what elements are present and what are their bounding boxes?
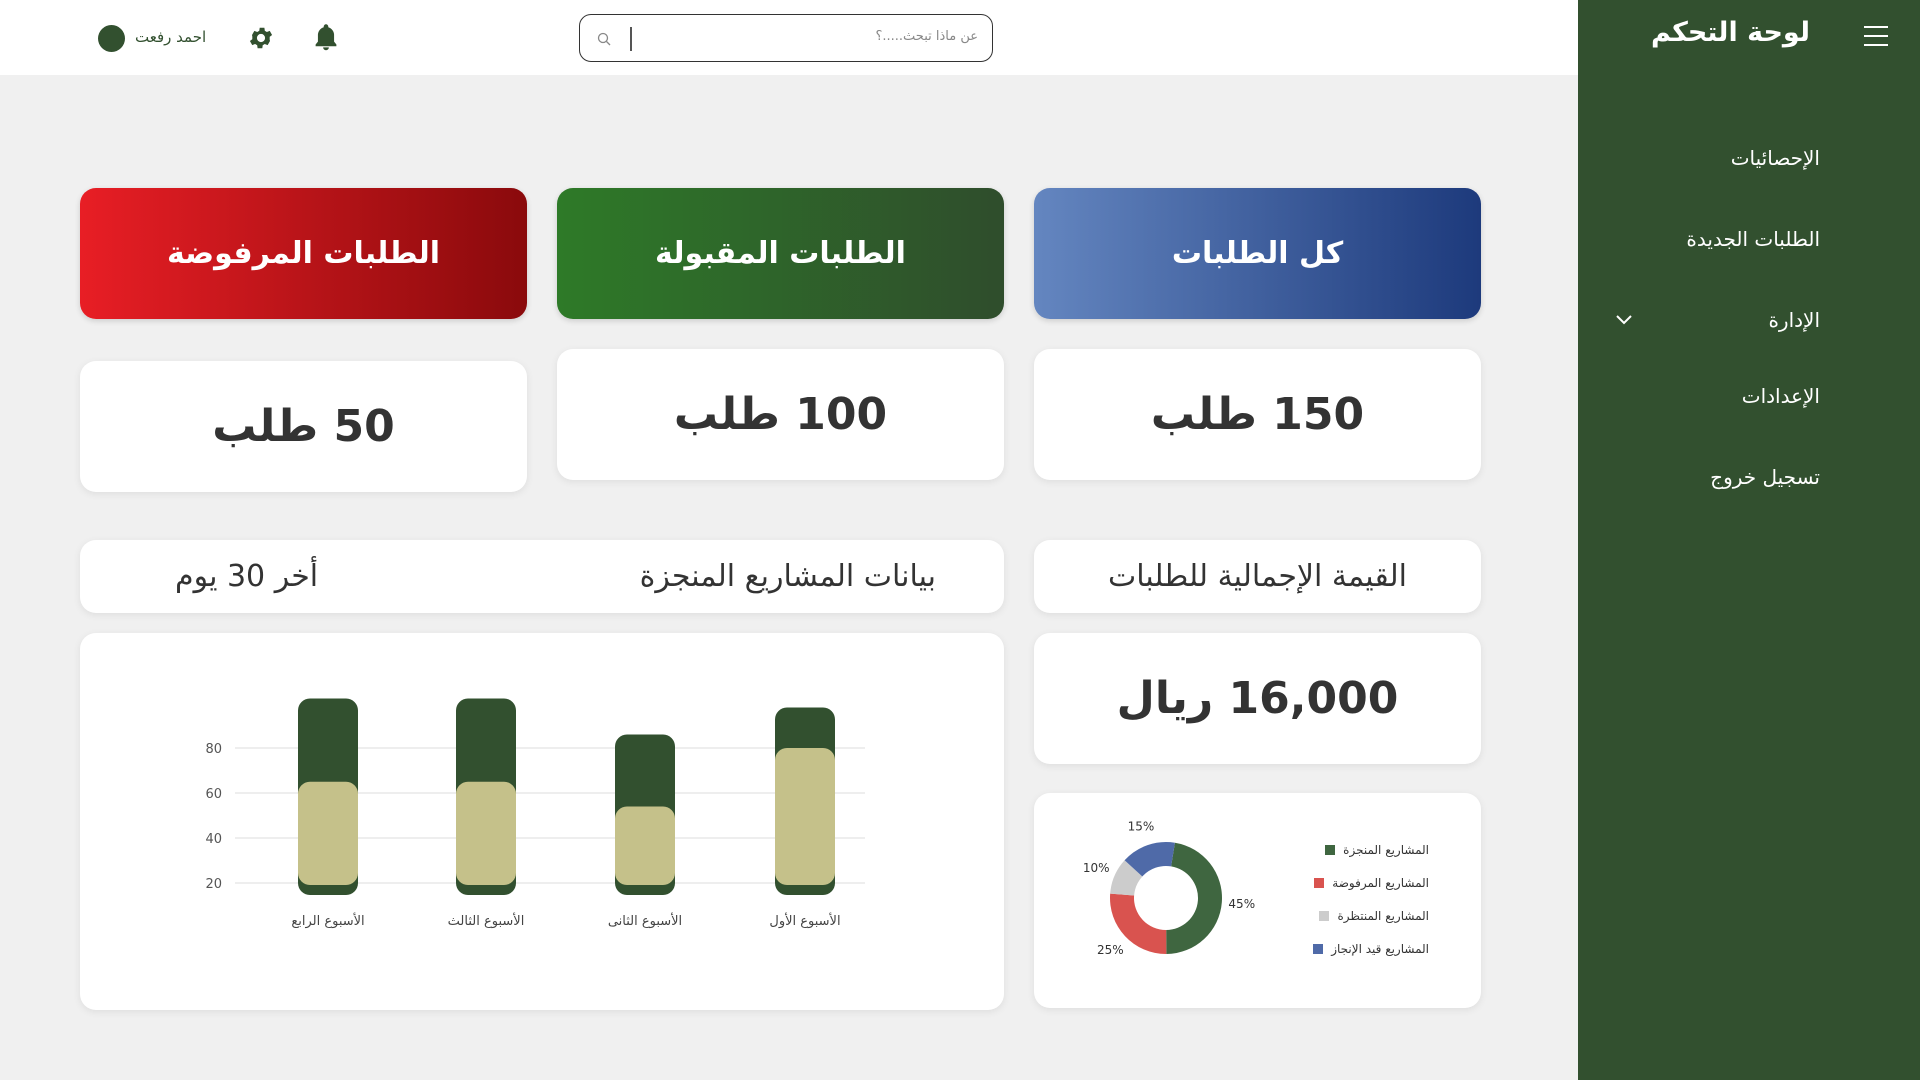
- y-tick-label: 40: [205, 832, 222, 847]
- user-name[interactable]: احمد رفعت: [135, 28, 206, 46]
- sidebar-item-logout[interactable]: تسجيل خروج: [1710, 465, 1820, 489]
- text-cursor: [630, 27, 632, 51]
- gear-icon[interactable]: [247, 24, 275, 52]
- sidebar-item-statistics[interactable]: الإحصائيات: [1731, 146, 1820, 170]
- x-tick-label: الأسبوع الأول: [769, 912, 840, 929]
- donut-slice-label: 15%: [1128, 819, 1155, 833]
- total-value-box: 16,000 ريال: [1034, 633, 1481, 764]
- chevron-down-icon[interactable]: [1614, 312, 1634, 326]
- all-requests-value: 150 طلب: [1150, 389, 1365, 440]
- sidebar-item-settings[interactable]: الإعدادات: [1742, 384, 1820, 408]
- card-accepted-requests-title[interactable]: الطلبات المقبولة: [557, 188, 1004, 319]
- legend-item-rejected: المشاريع المرفوضة: [1314, 876, 1429, 890]
- x-tick-label: الأسبوع الرابع: [291, 912, 364, 929]
- search-placeholder: عن ماذا تبحث.....؟: [875, 29, 978, 44]
- y-tick-label: 20: [205, 877, 222, 892]
- bar-segment-bottom[interactable]: [298, 781, 358, 885]
- card-rejected-requests-title[interactable]: الطلبات المرفوضة: [80, 188, 527, 319]
- total-value-title: القيمة الإجمالية للطلبات: [1107, 559, 1407, 594]
- rejected-requests-value: 50 طلب: [212, 401, 395, 452]
- donut-slice-label: 10%: [1083, 861, 1110, 875]
- projects-donut-chart: 45% 25% 10% 15%: [1083, 819, 1255, 957]
- total-value-amount: 16,000 ريال: [1116, 673, 1399, 724]
- x-tick-label: الأسبوع الثانى: [608, 912, 682, 929]
- x-tick-label: الأسبوع الثالث: [448, 912, 525, 929]
- sidebar-item-management[interactable]: الإدارة: [1768, 308, 1820, 332]
- sidebar-item-new-requests[interactable]: الطلبات الجديدة: [1686, 227, 1820, 251]
- avatar[interactable]: [98, 25, 125, 52]
- search-input[interactable]: عن ماذا تبحث.....؟: [579, 14, 993, 62]
- donut-slice-label: 25%: [1097, 943, 1124, 957]
- y-tick-label: 60: [205, 787, 222, 802]
- bar-segment-bottom[interactable]: [456, 781, 516, 885]
- legend-item-pending: المشاريع المنتظرة: [1319, 909, 1429, 923]
- projects-header: أخر 30 يوم بيانات المشاريع المنجزة: [80, 540, 1004, 613]
- card-rejected-requests-value-box: 50 طلب: [80, 361, 527, 492]
- bar-segment-bottom[interactable]: [775, 748, 835, 885]
- card-accepted-requests-value-box: 100 طلب: [557, 349, 1004, 480]
- bar-segment-bottom[interactable]: [615, 806, 675, 886]
- projects-period[interactable]: أخر 30 يوم: [175, 559, 318, 594]
- y-tick-label: 80: [205, 742, 222, 757]
- menu-icon[interactable]: [1864, 26, 1888, 46]
- topbar: احمد رفعت عن ماذا تبحث.....؟: [0, 0, 1578, 75]
- sidebar-title: لوحة التحكم: [1650, 17, 1810, 48]
- bell-icon[interactable]: [312, 22, 340, 52]
- donut-slice[interactable]: [1166, 842, 1223, 954]
- search-icon: [597, 32, 611, 46]
- legend-item-in-progress: المشاريع قيد الإنجاز: [1313, 942, 1429, 956]
- sidebar: لوحة التحكم الإحصائيات الطلبات الجديدة ا…: [1578, 0, 1920, 1080]
- card-all-requests-value-box: 150 طلب: [1034, 349, 1481, 480]
- projects-bar-chart: 20 40 60 80 الأسبوع الأول الأسبوع الثانى الأسب…: [205, 698, 865, 929]
- card-all-requests-title[interactable]: كل الطلبات: [1034, 188, 1481, 319]
- projects-bar-chart-card: 20 40 60 80 الأسبوع الأول الأسبوع الثانى الأسب…: [80, 633, 1004, 1010]
- total-value-header: القيمة الإجمالية للطلبات: [1034, 540, 1481, 613]
- projects-donut-card: 45% 25% 10% 15% المشاريع المنجزة المشاريع ا…: [1034, 793, 1481, 1008]
- projects-title: بيانات المشاريع المنجزة: [639, 559, 936, 594]
- legend-item-completed: المشاريع المنجزة: [1325, 843, 1429, 857]
- accepted-requests-value: 100 طلب: [673, 389, 888, 440]
- donut-slice-label: 45%: [1228, 897, 1255, 911]
